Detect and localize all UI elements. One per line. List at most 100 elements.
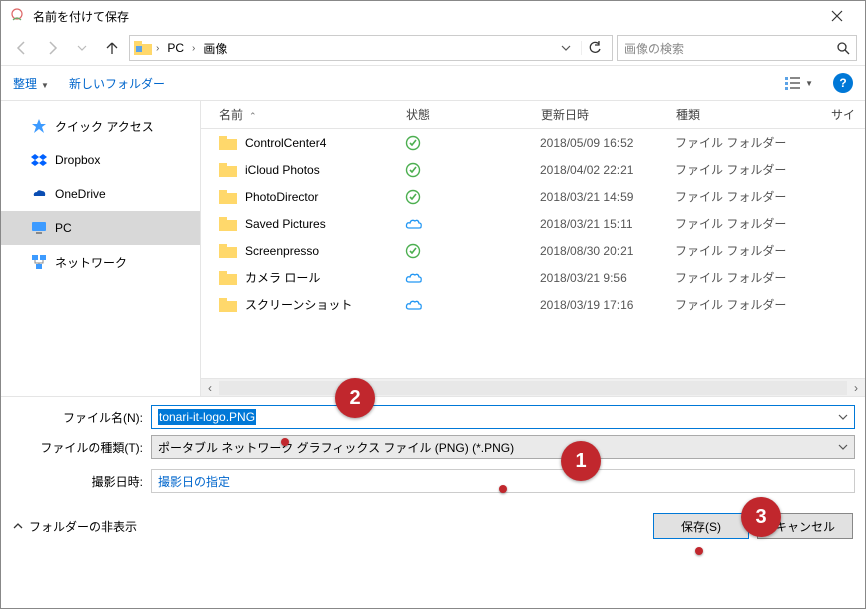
titlebar: 名前を付けて保存 (1, 1, 865, 31)
table-row[interactable]: ControlCenter42018/05/09 16:52ファイル フォルダー (201, 129, 865, 156)
sidebar: クイック アクセス Dropbox OneDrive PC ネットワーク (1, 101, 201, 396)
folder-icon (219, 244, 237, 258)
file-kind: ファイル フォルダー (675, 296, 815, 313)
refresh-button[interactable] (581, 41, 608, 55)
file-date: 2018/03/21 14:59 (540, 190, 675, 204)
breadcrumb-seg-0[interactable]: PC (163, 39, 188, 57)
close-button[interactable] (817, 1, 857, 31)
file-status-icon (405, 162, 540, 178)
column-headers[interactable]: 名前 ⌃ 状態 更新日時 種類 サイ (201, 101, 865, 129)
sidebar-item-pc[interactable]: PC (1, 211, 200, 245)
forward-button[interactable] (39, 35, 65, 61)
folder-icon (219, 217, 237, 231)
sidebar-item-quick-access[interactable]: クイック アクセス (1, 109, 200, 143)
up-button[interactable] (99, 35, 125, 61)
filetype-dropdown-icon (838, 442, 848, 452)
sidebar-item-label: ネットワーク (55, 254, 127, 271)
folder-icon (219, 271, 237, 285)
help-button[interactable]: ? (833, 73, 853, 93)
filename-label: ファイル名(N): (11, 409, 151, 426)
file-status-icon (405, 243, 540, 259)
annotation-1: 1 (561, 441, 601, 481)
col-name[interactable]: 名前 (219, 108, 243, 122)
file-name: iCloud Photos (245, 163, 405, 177)
toolbar: 整理▼ 新しいフォルダー ▼ ? (1, 65, 865, 101)
search-box[interactable]: 画像の検索 (617, 35, 857, 61)
filetype-value: ポータブル ネットワーク グラフィックス ファイル (PNG) (*.PNG) (158, 439, 514, 456)
search-icon (836, 41, 850, 55)
footer: フォルダーの非表示 保存(S) キャンセル (1, 505, 865, 547)
hide-folders-toggle[interactable]: フォルダーの非表示 (13, 518, 137, 535)
address-bar[interactable]: › PC › 画像 (129, 35, 613, 61)
window-title: 名前を付けて保存 (33, 8, 817, 25)
table-row[interactable]: PhotoDirector 2018/03/21 14:59ファイル フォルダー (201, 183, 865, 210)
sidebar-item-label: PC (55, 221, 72, 235)
file-status-icon (405, 135, 540, 151)
scroll-right-icon[interactable]: › (847, 381, 865, 395)
chevron-right-icon: › (156, 43, 159, 54)
view-options[interactable]: ▼ (785, 76, 813, 90)
scroll-left-icon[interactable]: ‹ (201, 381, 219, 395)
recent-dropdown[interactable] (69, 35, 95, 61)
table-row[interactable]: カメラ ロール2018/03/21 9:56ファイル フォルダー (201, 264, 865, 291)
col-size[interactable]: サイ (816, 106, 865, 123)
filename-value: tonari-it-logo.PNG (158, 409, 256, 425)
file-name: Saved Pictures (245, 217, 405, 231)
scroll-track[interactable] (219, 381, 847, 395)
address-dropdown[interactable] (555, 43, 577, 53)
save-button[interactable]: 保存(S) (653, 513, 749, 539)
file-name: カメラ ロール (245, 269, 405, 286)
file-date: 2018/05/09 16:52 (540, 136, 675, 150)
file-status-icon (405, 217, 540, 231)
app-icon (9, 8, 25, 24)
search-placeholder: 画像の検索 (624, 40, 684, 57)
folder-icon (134, 41, 152, 55)
col-status[interactable]: 状態 (406, 106, 541, 123)
file-kind: ファイル フォルダー (675, 269, 815, 286)
sidebar-item-dropbox[interactable]: Dropbox (1, 143, 200, 177)
file-kind: ファイル フォルダー (675, 188, 815, 205)
pc-icon (31, 220, 47, 236)
sidebar-item-network[interactable]: ネットワーク (1, 245, 200, 279)
date-label: 撮影日時: (11, 473, 151, 490)
table-row[interactable]: Screenpresso2018/08/30 20:21ファイル フォルダー (201, 237, 865, 264)
filename-input[interactable]: tonari-it-logo.PNG (151, 405, 855, 429)
dropbox-icon (31, 152, 47, 168)
file-kind: ファイル フォルダー (675, 161, 815, 178)
table-row[interactable]: Saved Pictures2018/03/21 15:11ファイル フォルダー (201, 210, 865, 237)
table-row[interactable]: iCloud Photos2018/04/02 22:21ファイル フォルダー (201, 156, 865, 183)
file-kind: ファイル フォルダー (675, 215, 815, 232)
sidebar-item-onedrive[interactable]: OneDrive (1, 177, 200, 211)
sidebar-item-label: Dropbox (55, 153, 100, 167)
file-name: スクリーンショット (245, 296, 405, 313)
sort-indicator: ⌃ (249, 111, 257, 121)
save-form: ファイル名(N): tonari-it-logo.PNG ファイルの種類(T):… (1, 396, 865, 505)
col-date[interactable]: 更新日時 (541, 106, 676, 123)
filename-dropdown[interactable] (838, 412, 848, 422)
back-button[interactable] (9, 35, 35, 61)
horizontal-scrollbar[interactable]: ‹ › (201, 378, 865, 396)
date-value: 撮影日の指定 (158, 473, 230, 490)
folder-icon (219, 163, 237, 177)
file-status-icon (405, 189, 540, 205)
table-row[interactable]: スクリーンショット2018/03/19 17:16ファイル フォルダー (201, 291, 865, 318)
sidebar-item-label: OneDrive (55, 187, 106, 201)
file-pane: 名前 ⌃ 状態 更新日時 種類 サイ ControlCenter42018/05/… (201, 101, 865, 396)
folder-icon (219, 190, 237, 204)
chevron-right-icon: › (192, 43, 195, 54)
onedrive-icon (31, 186, 47, 202)
folder-icon (219, 298, 237, 312)
annotation-3: 3 (741, 497, 781, 537)
file-date: 2018/08/30 20:21 (540, 244, 675, 258)
file-name: Screenpresso (245, 244, 405, 258)
file-list[interactable]: ControlCenter42018/05/09 16:52ファイル フォルダー… (201, 129, 865, 378)
network-icon (31, 254, 47, 270)
breadcrumb-seg-1[interactable]: 画像 (199, 38, 231, 59)
col-kind[interactable]: 種類 (676, 106, 816, 123)
organize-menu[interactable]: 整理▼ (13, 75, 49, 92)
filetype-select[interactable]: ポータブル ネットワーク グラフィックス ファイル (PNG) (*.PNG) (151, 435, 855, 459)
file-name: PhotoDirector (245, 190, 405, 204)
filetype-label: ファイルの種類(T): (11, 439, 151, 456)
folder-icon (219, 136, 237, 150)
new-folder-button[interactable]: 新しいフォルダー (69, 75, 165, 92)
